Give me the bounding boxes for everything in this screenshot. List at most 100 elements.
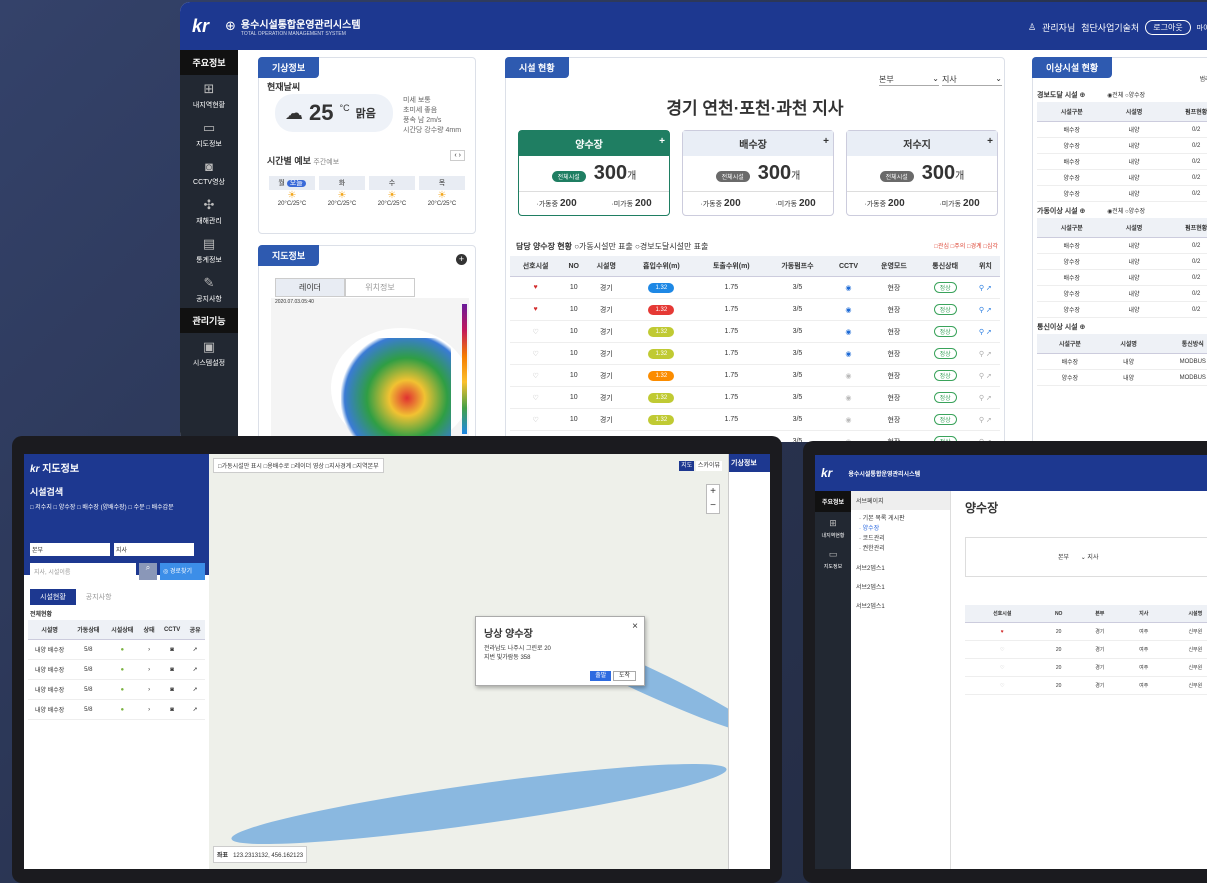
cctv-icon[interactable]: ◉	[828, 342, 869, 365]
cctv-icon[interactable]: ◉	[828, 364, 869, 387]
favorite-icon[interactable]: ♡	[510, 408, 562, 431]
branch-select[interactable]: 지사	[114, 543, 194, 556]
table-row[interactable]: ♡ 20 경기 여주 신무원	[965, 640, 1207, 659]
cctv-icon[interactable]: ◙	[158, 699, 186, 720]
cctv-icon[interactable]: ◉	[828, 386, 869, 409]
add-icon[interactable]: +	[456, 254, 467, 265]
menu-item[interactable]: · 양수장	[859, 524, 942, 534]
map-toggle[interactable]: □용배수로	[264, 464, 291, 470]
table-row[interactable]: ♥ 10 경기 1.32 1.75 3/5 ◉ 현장 정상 ⚲ ➚	[510, 298, 1000, 321]
share-icon[interactable]: ➚	[185, 699, 205, 720]
cctv-icon[interactable]: ◉	[828, 320, 869, 343]
hq-select[interactable]: 본부 ⌄	[879, 74, 939, 86]
sidebar-item-settings[interactable]: ▣ 시스템설정	[180, 333, 238, 372]
card-drain[interactable]: 배수장 + 전체시설 300개 ·가동중 200 ·미가동 200	[682, 130, 834, 216]
sidebar-item-region[interactable]: ⊞ 내지역현황	[815, 512, 851, 543]
table-row[interactable]: ♡ 20 경기 여주 신무원	[965, 676, 1207, 695]
hq-select[interactable]: 본부	[30, 543, 110, 556]
sidebar-item-region[interactable]: ⊞ 내지역현황	[180, 75, 238, 114]
favorite-icon[interactable]: ♡	[965, 676, 1040, 695]
table-row[interactable]: 내양 배수장 5/8 ● › ◙ ➚	[28, 639, 205, 660]
cctv-icon[interactable]: ◉	[828, 408, 869, 431]
table-row[interactable]: ♡10경기 1.32 1.753/5◉현장 정상 ⚲ ➚	[510, 386, 1000, 409]
route-button[interactable]: ◎ 경로찾기	[160, 563, 205, 580]
sidebar-item-cctv[interactable]: ◙ CCTV영상	[180, 153, 238, 191]
favorite-icon[interactable]: ♡	[510, 386, 562, 409]
sidebar-item-disaster[interactable]: ✣ 재해관리	[180, 191, 238, 230]
table-row[interactable]: ♥ 10 경기 1.32 1.75 3/5 ◉ 현장 정상 ⚲ ➚	[510, 276, 1000, 299]
sidebar-item-notice[interactable]: ✎ 공지사항	[180, 269, 238, 308]
table-row[interactable]: 양수장 내양 0/2	[1037, 169, 1207, 186]
logout-button[interactable]: 로그아웃	[1145, 20, 1191, 35]
checkbox-양수장[interactable]: □ 양수장	[54, 505, 78, 511]
favorite-icon[interactable]: ♡	[965, 658, 1040, 677]
tab-facility-status[interactable]: 시설현황	[30, 589, 76, 605]
menu-item[interactable]: · 코드관리	[859, 534, 942, 544]
detail-icon[interactable]: ›	[139, 679, 159, 700]
map-toggle[interactable]: □레이더 영상	[291, 464, 326, 470]
table-row[interactable]: ♡10경기 1.32 1.753/5◉현장 정상 ⚲ ➚	[510, 342, 1000, 365]
checkbox-수문[interactable]: □ 수문	[128, 505, 146, 511]
checkbox-배수갑문[interactable]: □ 배수갑문	[146, 505, 173, 511]
depart-button[interactable]: 출발	[590, 671, 612, 681]
table-row[interactable]: 양수장 내양 MODBUS	[1037, 369, 1207, 386]
cctv-icon[interactable]: ◙	[158, 639, 186, 660]
share-icon[interactable]: ➚	[185, 639, 205, 660]
table-row[interactable]: 양수장 내양 0/2	[1037, 253, 1207, 270]
layer-map[interactable]: 지도	[679, 461, 695, 471]
layer-sky[interactable]: 스카이뷰	[695, 461, 722, 471]
tab-notice[interactable]: 공지사항	[76, 589, 122, 605]
opt-running[interactable]: ○가동시설만 표출	[574, 242, 633, 251]
favorite-icon[interactable]: ♡	[510, 342, 562, 365]
table-row[interactable]: 양수장 내양 0/2	[1037, 301, 1207, 318]
table-row[interactable]: 배수장 내양 0/2	[1037, 121, 1207, 138]
table-row[interactable]: ♡10경기 1.32 1.753/5◉현장 정상 ⚲ ➚	[510, 408, 1000, 431]
table-row[interactable]: 배수장 내양 0/2	[1037, 269, 1207, 286]
map-toggle[interactable]: □지사경계	[326, 464, 353, 470]
favorite-icon[interactable]: ♥	[510, 276, 562, 299]
search-icon[interactable]: ⌕	[139, 563, 157, 580]
tab-location[interactable]: 위치정보	[345, 278, 415, 297]
pager-arrows[interactable]: ‹ ›	[450, 150, 465, 161]
checkbox-배수장 (양배수장)[interactable]: □ 배수장 (양배수장)	[77, 505, 128, 511]
search-input[interactable]: 지사, 시설이름	[30, 563, 136, 580]
table-row[interactable]: 양수장 내양 0/2	[1037, 137, 1207, 154]
favorite-icon[interactable]: ♥	[965, 622, 1040, 641]
weekly-tab[interactable]: 주간예보	[313, 159, 339, 166]
arrive-button[interactable]: 도착	[612, 671, 636, 681]
mypage-link[interactable]: 마이페	[1197, 23, 1207, 33]
location-icon[interactable]: ⚲ ➚	[970, 320, 1000, 343]
share-icon[interactable]: ➚	[185, 679, 205, 700]
table-row[interactable]: 배수장 내양 0/2	[1037, 153, 1207, 170]
favorite-icon[interactable]: ♡	[510, 320, 562, 343]
location-icon[interactable]: ⚲ ➚	[970, 408, 1000, 431]
table-row[interactable]: 배수장 내양 0/2	[1037, 237, 1207, 254]
map-toggle[interactable]: □지역본부	[353, 464, 379, 470]
location-icon[interactable]: ⚲ ➚	[970, 364, 1000, 387]
location-icon[interactable]: ⚲ ➚	[970, 342, 1000, 365]
cctv-icon[interactable]: ◉	[828, 276, 869, 299]
location-icon[interactable]: ⚲ ➚	[970, 386, 1000, 409]
table-row[interactable]: 내양 배수장 5/8 ● › ◙ ➚	[28, 679, 205, 700]
sidebar-item-stats[interactable]: ▤ 통계정보	[180, 230, 238, 269]
checkbox-저수지[interactable]: □ 저수지	[30, 505, 54, 511]
table-row[interactable]: 양수장 내양 0/2	[1037, 285, 1207, 302]
detail-icon[interactable]: ›	[139, 659, 159, 680]
cctv-icon[interactable]: ◙	[158, 679, 186, 700]
branch-select[interactable]: 지사 ⌄	[942, 74, 1002, 86]
table-row[interactable]: ♡ 20 경기 여주 신무원	[965, 658, 1207, 677]
table-row[interactable]: ♡10경기 1.32 1.753/5◉현장 정상 ⚲ ➚	[510, 364, 1000, 387]
table-row[interactable]: 양수장 내양 0/2	[1037, 185, 1207, 202]
location-icon[interactable]: ⚲ ➚	[970, 298, 1000, 321]
table-row[interactable]: 내양 배수장 5/8 ● › ◙ ➚	[28, 659, 205, 680]
card-reservoir[interactable]: 저수지 + 전체시설 300개 ·가동중 200 ·미가동 200	[846, 130, 998, 216]
table-row[interactable]: ♡10경기 1.32 1.753/5◉현장 정상 ⚲ ➚	[510, 320, 1000, 343]
detail-icon[interactable]: ›	[139, 639, 159, 660]
card-pump[interactable]: 양수장 + 전체시설 300개 ·가동중 200 ·미가동 200	[518, 130, 670, 216]
favorite-icon[interactable]: ♡	[510, 364, 562, 387]
close-icon[interactable]: ×	[632, 621, 638, 632]
sidebar-item-map[interactable]: ▭ 지도정보	[815, 543, 851, 574]
menu-item[interactable]: · 권한관리	[859, 544, 942, 554]
map-view[interactable]: □가동시설만 표시 □용배수로 □레이더 영상 □지사경계 □지역본부 지도 스…	[209, 454, 728, 869]
table-row[interactable]: 배수장 내양 MODBUS	[1037, 353, 1207, 370]
